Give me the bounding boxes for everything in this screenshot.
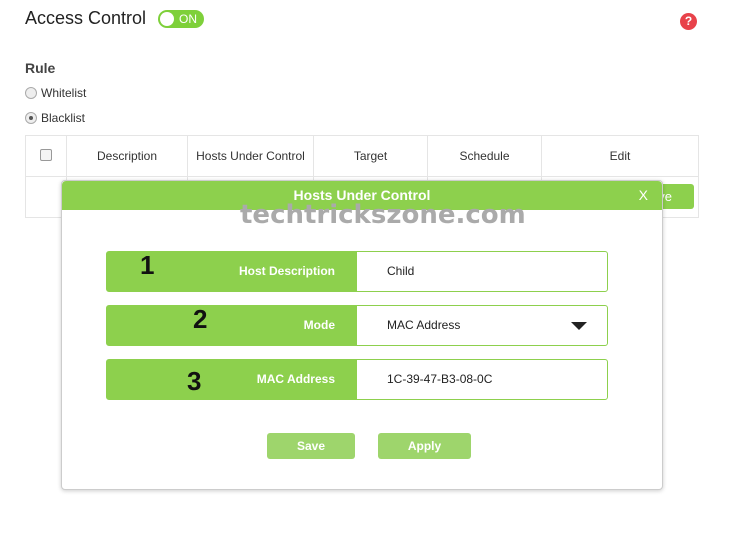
- field-label: Host Description: [238, 264, 335, 278]
- access-control-toggle[interactable]: ON: [158, 10, 204, 28]
- field-label: MAC Address: [256, 372, 335, 386]
- step-number: 2: [193, 304, 208, 334]
- radio-label: Whitelist: [41, 86, 87, 100]
- radio-label: Blacklist: [41, 111, 86, 125]
- field-label: Mode: [303, 318, 335, 332]
- mode-row: 2 Mode MAC Address: [106, 304, 608, 346]
- radio-blacklist[interactable]: Blacklist: [25, 111, 85, 125]
- select-all-checkbox[interactable]: [40, 148, 52, 161]
- col-edit: Edit: [541, 135, 699, 177]
- col-schedule: Schedule: [427, 135, 542, 177]
- mode-value: MAC Address: [387, 318, 461, 332]
- help-icon[interactable]: ?: [680, 13, 697, 30]
- select-all-cell: [25, 135, 67, 177]
- close-icon[interactable]: X: [639, 181, 648, 210]
- step-number: 3: [187, 366, 202, 396]
- radio-whitelist[interactable]: Whitelist: [25, 86, 86, 100]
- col-hosts: Hosts Under Control: [187, 135, 314, 177]
- toggle-knob: [160, 12, 174, 26]
- radio-icon[interactable]: [25, 87, 37, 99]
- mac-address-input[interactable]: 1C-39-47-B3-08-0C: [357, 360, 607, 399]
- toggle-label: ON: [179, 12, 197, 26]
- step-number: 1: [140, 250, 155, 280]
- rule-label: Rule: [25, 60, 56, 76]
- mode-select[interactable]: MAC Address: [357, 306, 607, 345]
- host-description-input[interactable]: Child: [357, 252, 607, 291]
- page-title: Access Control: [25, 8, 147, 28]
- save-button[interactable]: Save: [267, 433, 355, 459]
- radio-icon[interactable]: [25, 112, 37, 124]
- host-description-row: 1 Host Description Child: [106, 250, 608, 292]
- mac-address-row: 3 MAC Address 1C-39-47-B3-08-0C: [106, 359, 608, 400]
- col-description: Description: [66, 135, 188, 177]
- col-target: Target: [313, 135, 428, 177]
- table-header: Description Hosts Under Control Target S…: [25, 135, 699, 177]
- field-label-cell: 2 Mode: [107, 304, 357, 345]
- watermark: techtrickszone.com: [240, 200, 526, 230]
- field-label-cell: 1 Host Description: [107, 250, 357, 291]
- apply-button[interactable]: Apply: [378, 433, 471, 459]
- field-label-cell: 3 MAC Address: [107, 360, 357, 399]
- chevron-down-icon[interactable]: [571, 322, 587, 330]
